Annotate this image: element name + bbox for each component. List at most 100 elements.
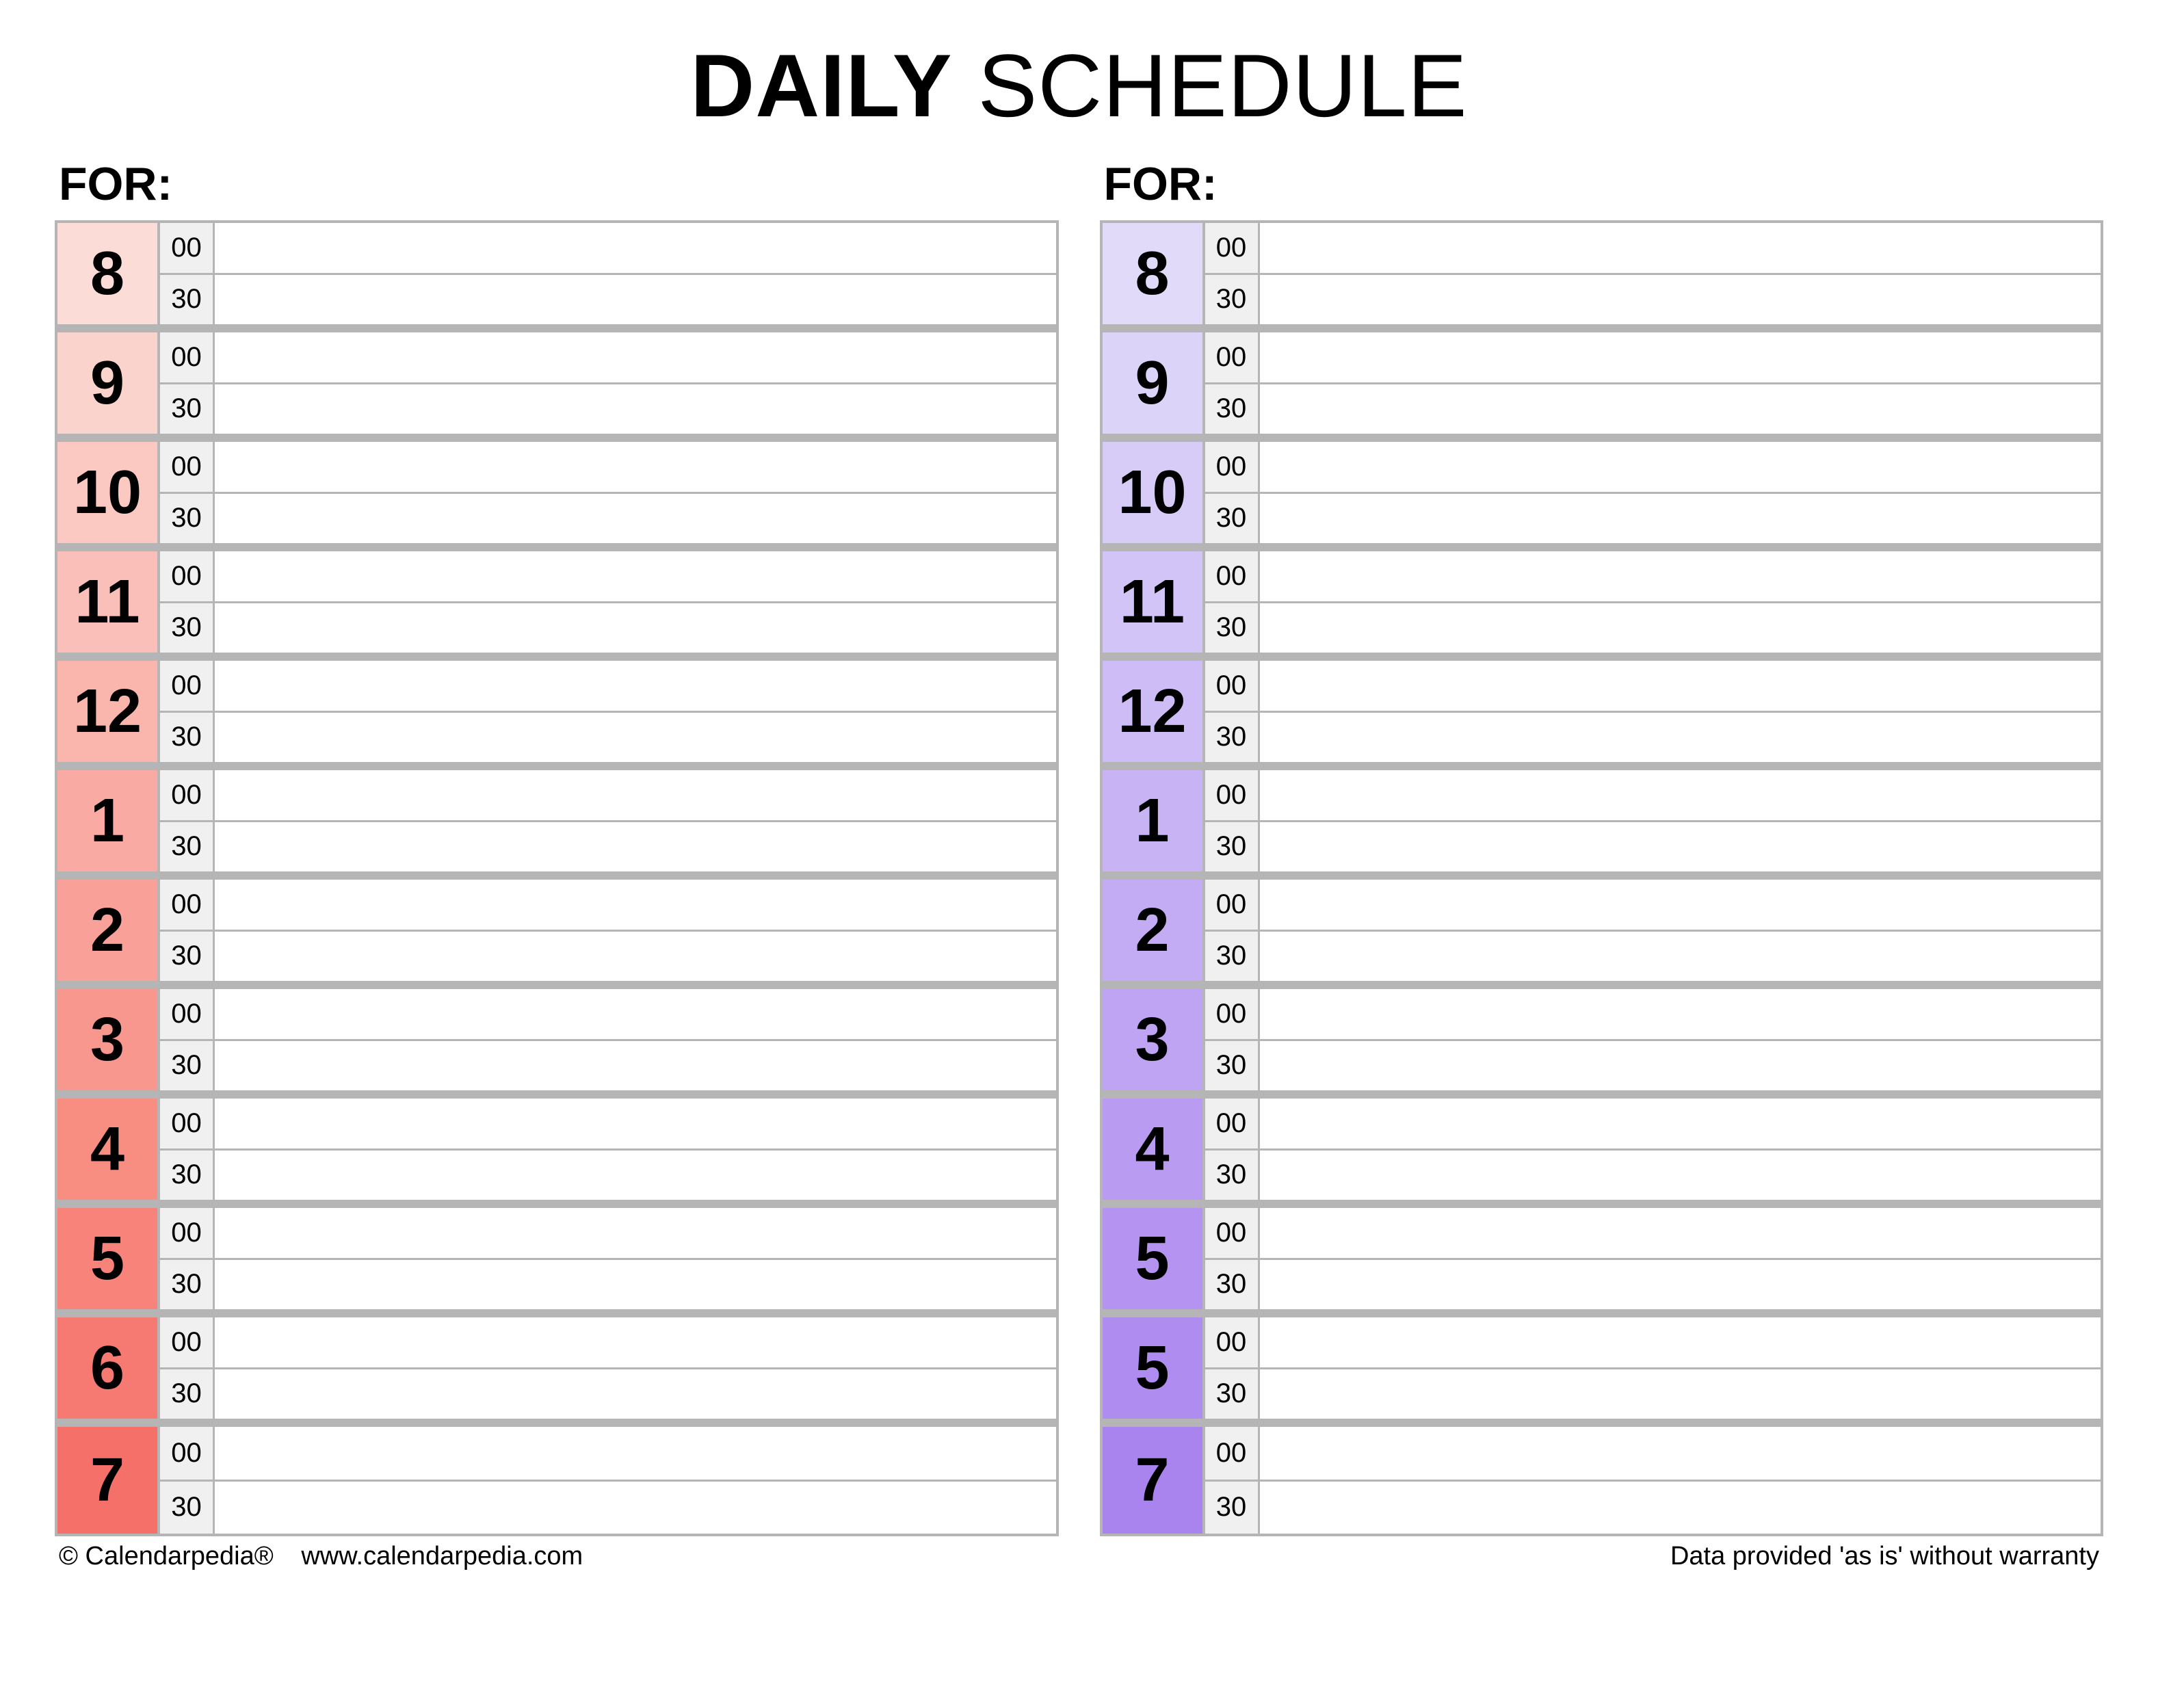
minute-label: 30 [160, 822, 215, 872]
entry-cell[interactable] [215, 661, 1056, 711]
hour-label: 6 [57, 1317, 160, 1419]
hour-block: 50030 [57, 1208, 1056, 1317]
entry-cell[interactable] [215, 1427, 1056, 1480]
hour-block: 30030 [57, 989, 1056, 1099]
schedule-grid-right: 8003090030100030110030120030100302003030… [1100, 220, 2104, 1536]
minute-label: 30 [1205, 1369, 1260, 1419]
entry-cell[interactable] [215, 223, 1056, 273]
entry-cell[interactable] [215, 1099, 1056, 1148]
entry-cell[interactable] [1260, 442, 2101, 492]
schedule-columns: FOR: 80030900301000301100301200301003020… [55, 157, 2103, 1536]
entry-cell[interactable] [1260, 223, 2101, 273]
entry-cell[interactable] [1260, 332, 2101, 382]
minute-label: 30 [1205, 713, 1260, 763]
hour-subrows: 0030 [160, 989, 1056, 1090]
entry-cell[interactable] [215, 275, 1056, 325]
entry-cell[interactable] [215, 384, 1056, 434]
entry-cell[interactable] [1260, 1041, 2101, 1091]
hour-label: 11 [57, 551, 160, 653]
minute-row: 00 [1205, 1427, 2101, 1482]
hour-subrows: 0030 [1205, 223, 2101, 324]
entry-cell[interactable] [1260, 713, 2101, 763]
entry-cell[interactable] [1260, 1317, 2101, 1367]
entry-cell[interactable] [215, 932, 1056, 982]
entry-cell[interactable] [215, 1041, 1056, 1091]
hour-label: 5 [1103, 1208, 1205, 1309]
minute-row: 30 [1205, 1151, 2101, 1200]
minute-label: 30 [160, 275, 215, 325]
minute-row: 30 [1205, 494, 2101, 544]
entry-cell[interactable] [1260, 770, 2101, 820]
entry-cell[interactable] [1260, 989, 2101, 1039]
minute-row: 30 [1205, 1260, 2101, 1310]
hour-subrows: 0030 [160, 551, 1056, 653]
hour-subrows: 0030 [160, 1208, 1056, 1309]
entry-cell[interactable] [215, 603, 1056, 653]
entry-cell[interactable] [1260, 1099, 2101, 1148]
entry-cell[interactable] [1260, 1427, 2101, 1480]
minute-label: 30 [1205, 494, 1260, 544]
hour-subrows: 0030 [1205, 1099, 2101, 1200]
entry-cell[interactable] [1260, 1260, 2101, 1310]
minute-row: 30 [160, 713, 1056, 763]
entry-cell[interactable] [1260, 384, 2101, 434]
entry-cell[interactable] [215, 770, 1056, 820]
minute-row: 30 [160, 494, 1056, 544]
entry-cell[interactable] [215, 1260, 1056, 1310]
minute-label: 00 [160, 1317, 215, 1367]
minute-row: 00 [1205, 661, 2101, 713]
entry-cell[interactable] [215, 551, 1056, 601]
entry-cell[interactable] [215, 822, 1056, 872]
entry-cell[interactable] [1260, 822, 2101, 872]
minute-row: 00 [160, 551, 1056, 603]
entry-cell[interactable] [215, 494, 1056, 544]
minute-row: 00 [1205, 1317, 2101, 1369]
entry-cell[interactable] [1260, 551, 2101, 601]
hour-label: 1 [57, 770, 160, 871]
entry-cell[interactable] [215, 332, 1056, 382]
hour-block: 120030 [1103, 661, 2101, 770]
minute-label: 30 [1205, 1260, 1260, 1310]
entry-cell[interactable] [215, 1317, 1056, 1367]
minute-label: 00 [160, 1427, 215, 1480]
entry-cell[interactable] [215, 1369, 1056, 1419]
minute-label: 30 [160, 1260, 215, 1310]
entry-cell[interactable] [1260, 494, 2101, 544]
entry-cell[interactable] [215, 1208, 1056, 1258]
hour-subrows: 0030 [160, 332, 1056, 434]
minute-row: 30 [160, 384, 1056, 434]
minute-row: 30 [1205, 822, 2101, 872]
minute-label: 00 [160, 880, 215, 930]
for-label-right: FOR: [1104, 157, 2104, 211]
entry-cell[interactable] [1260, 880, 2101, 930]
entry-cell[interactable] [215, 989, 1056, 1039]
minute-label: 30 [160, 713, 215, 763]
hour-label: 9 [57, 332, 160, 434]
entry-cell[interactable] [215, 1482, 1056, 1534]
minute-label: 30 [160, 1041, 215, 1091]
entry-cell[interactable] [1260, 932, 2101, 982]
minute-label: 00 [1205, 332, 1260, 382]
minute-row: 30 [160, 1369, 1056, 1419]
hour-label: 7 [1103, 1427, 1205, 1534]
minute-row: 30 [160, 932, 1056, 982]
entry-cell[interactable] [1260, 1208, 2101, 1258]
entry-cell[interactable] [1260, 603, 2101, 653]
minute-row: 30 [160, 822, 1056, 872]
entry-cell[interactable] [215, 442, 1056, 492]
minute-row: 00 [1205, 551, 2101, 603]
entry-cell[interactable] [215, 1151, 1056, 1200]
entry-cell[interactable] [1260, 275, 2101, 325]
entry-cell[interactable] [1260, 1151, 2101, 1200]
minute-row: 00 [160, 1317, 1056, 1369]
entry-cell[interactable] [1260, 1482, 2101, 1534]
minute-row: 00 [160, 223, 1056, 275]
entry-cell[interactable] [215, 880, 1056, 930]
entry-cell[interactable] [1260, 661, 2101, 711]
entry-cell[interactable] [215, 713, 1056, 763]
hour-subrows: 0030 [1205, 1317, 2101, 1419]
hour-block: 40030 [1103, 1099, 2101, 1208]
entry-cell[interactable] [1260, 1369, 2101, 1419]
hour-subrows: 0030 [1205, 880, 2101, 981]
hour-block: 70030 [57, 1427, 1056, 1536]
